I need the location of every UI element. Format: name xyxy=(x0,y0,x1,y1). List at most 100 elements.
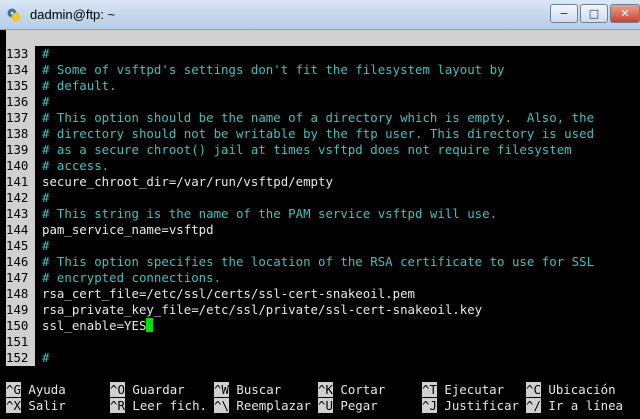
shortcut-item[interactable]: ^U Pegar xyxy=(318,398,378,414)
editor-line[interactable]: 140 # access. xyxy=(6,158,640,174)
line-number: 148 xyxy=(6,286,35,302)
editor-line[interactable]: 137 # This option should be the name of a… xyxy=(6,110,640,126)
comment-text: # access. xyxy=(42,158,110,173)
editor-line[interactable]: 139 # as a secure chroot() jail at times … xyxy=(6,142,640,158)
comment-text: # encrypted connections. xyxy=(42,270,222,285)
config-text: secure_chroot_dir=/var/run/vsftpd/empty xyxy=(42,174,333,189)
editor-line[interactable]: 152 # xyxy=(6,350,640,366)
config-text: rsa_private_key_file=/etc/ssl/private/ss… xyxy=(42,302,483,317)
editor-line[interactable]: 150 ssl_enable=YES xyxy=(6,318,640,334)
editor-line[interactable]: 134 # Some of vsftpd's settings don't fit… xyxy=(6,62,640,78)
shortcut-key: ^X xyxy=(6,398,21,413)
shortcut-item[interactable]: ^X Salir xyxy=(6,398,66,414)
shortcut-label: Cortar xyxy=(340,382,386,397)
shortcut-key: ^C xyxy=(526,382,541,397)
shortcut-item[interactable]: ^C Ubicación xyxy=(526,382,616,398)
shortcut-item[interactable]: ^G Ayuda xyxy=(6,382,66,398)
terminal-area[interactable]: GNU nano 5.4 vsftpd.conf * 133 #134 # Some… xyxy=(6,30,640,419)
shortcut-key: ^W xyxy=(214,382,229,397)
terminal-app-icon xyxy=(7,8,21,22)
shortcut-key: ^\ xyxy=(214,398,229,413)
editor-line[interactable]: 149 rsa_private_key_file=/etc/ssl/private… xyxy=(6,302,640,318)
shortcut-label: Reemplazar xyxy=(236,398,311,413)
line-number: 146 xyxy=(6,254,35,270)
shortcut-item[interactable]: ^\ Reemplazar xyxy=(214,398,311,414)
minimize-icon[interactable]: − xyxy=(550,4,578,23)
comment-text: # default. xyxy=(42,78,117,93)
editor-line[interactable]: 151 xyxy=(6,334,640,350)
line-number: 141 xyxy=(6,174,35,190)
close-icon[interactable]: ✕ xyxy=(610,4,640,23)
window-title: dadmin@ftp: ~ xyxy=(30,7,116,22)
comment-text: # This option should be the name of a di… xyxy=(42,110,595,125)
shortcut-item[interactable]: ^T Ejecutar xyxy=(422,382,504,398)
line-number: 152 xyxy=(6,350,35,366)
shortcut-item[interactable]: ^K Cortar xyxy=(318,382,385,398)
editor-line[interactable]: 141 secure_chroot_dir=/var/run/vsftpd/emp… xyxy=(6,174,640,190)
window-controls: − □ ✕ xyxy=(548,4,640,24)
line-number: 142 xyxy=(6,190,35,206)
shortcut-item[interactable]: ^W Buscar xyxy=(214,382,281,398)
config-text: rsa_cert_file=/etc/ssl/certs/ssl-cert-sn… xyxy=(42,286,415,301)
comment-text: # This string is the name of the PAM ser… xyxy=(42,206,498,221)
shortcut-label: Ayuda xyxy=(28,382,66,397)
comment-text: # Some of vsftpd's settings don't fit th… xyxy=(42,62,505,77)
line-number: 140 xyxy=(6,158,35,174)
maximize-icon[interactable]: □ xyxy=(580,4,608,23)
shortcut-item[interactable]: ^O Guardar xyxy=(110,382,185,398)
shortcut-key: ^U xyxy=(318,398,333,413)
line-number: 149 xyxy=(6,302,35,318)
editor-line[interactable]: 146 # This option specifies the location … xyxy=(6,254,640,270)
comment-text: # xyxy=(42,46,50,61)
editor-line[interactable]: 148 rsa_cert_file=/etc/ssl/certs/ssl-cert… xyxy=(6,286,640,302)
editor-line[interactable]: 138 # directory should not be writable by… xyxy=(6,126,640,142)
config-text: pam_service_name=vsftpd xyxy=(42,222,214,237)
shortcut-label: Leer fich. xyxy=(132,398,207,413)
line-number: 150 xyxy=(6,318,35,334)
editor-line[interactable]: 135 # default. xyxy=(6,78,640,94)
comment-text: # This option specifies the location of … xyxy=(42,254,595,269)
line-number: 143 xyxy=(6,206,35,222)
line-number: 138 xyxy=(6,126,35,142)
shortcut-bar: ^G Ayuda ^O Guardar ^W Buscar ^K Cortar ^T E… xyxy=(6,382,640,418)
shortcut-key: ^R xyxy=(110,398,125,413)
config-text: ssl_enable=YES xyxy=(42,318,147,333)
line-number: 133 xyxy=(6,46,35,62)
line-number: 134 xyxy=(6,62,35,78)
editor-line[interactable]: 143 # This string is the name of the PAM … xyxy=(6,206,640,222)
comment-text: # directory should not be writable by th… xyxy=(42,126,595,141)
editor-line[interactable]: 136 # xyxy=(6,94,640,110)
shortcut-label: Pegar xyxy=(340,398,378,413)
line-number: 145 xyxy=(6,238,35,254)
shortcut-key: ^/ xyxy=(526,398,541,413)
window-titlebar[interactable]: dadmin@ftp: ~ − □ ✕ xyxy=(0,0,640,30)
comment-text: # xyxy=(42,94,50,109)
shortcut-item[interactable]: ^R Leer fich. xyxy=(110,398,207,414)
comment-text: # xyxy=(42,238,50,253)
shortcut-label: Ubicación xyxy=(548,382,616,397)
line-number: 137 xyxy=(6,110,35,126)
editor-line[interactable]: 147 # encrypted connections. xyxy=(6,270,640,286)
shortcut-label: Ir a línea xyxy=(548,398,623,413)
shortcut-key: ^K xyxy=(318,382,333,397)
line-number: 151 xyxy=(6,334,35,350)
editor-line[interactable]: 142 # xyxy=(6,190,640,206)
line-number: 139 xyxy=(6,142,35,158)
comment-text: # xyxy=(42,190,50,205)
line-number: 147 xyxy=(6,270,35,286)
shortcut-label: Ejecutar xyxy=(444,382,505,397)
shortcut-row-1: ^G Ayuda ^O Guardar ^W Buscar ^K Cortar ^T E… xyxy=(6,382,640,398)
shortcut-key: ^G xyxy=(6,382,21,397)
line-number: 144 xyxy=(6,222,35,238)
shortcut-label: Buscar xyxy=(236,382,282,397)
text-cursor xyxy=(146,318,154,332)
comment-text: # as a secure chroot() jail at times vsf… xyxy=(42,142,572,157)
shortcut-label: Salir xyxy=(28,398,66,413)
shortcut-item[interactable]: ^J Justificar xyxy=(422,398,519,414)
shortcut-item[interactable]: ^/ Ir a línea xyxy=(526,398,623,414)
editor-line[interactable]: 144 pam_service_name=vsftpd xyxy=(6,222,640,238)
editor-line[interactable]: 133 # xyxy=(6,46,640,62)
editor-line[interactable]: 145 # xyxy=(6,238,640,254)
comment-text: # xyxy=(42,350,50,365)
shortcut-key: ^T xyxy=(422,382,437,397)
